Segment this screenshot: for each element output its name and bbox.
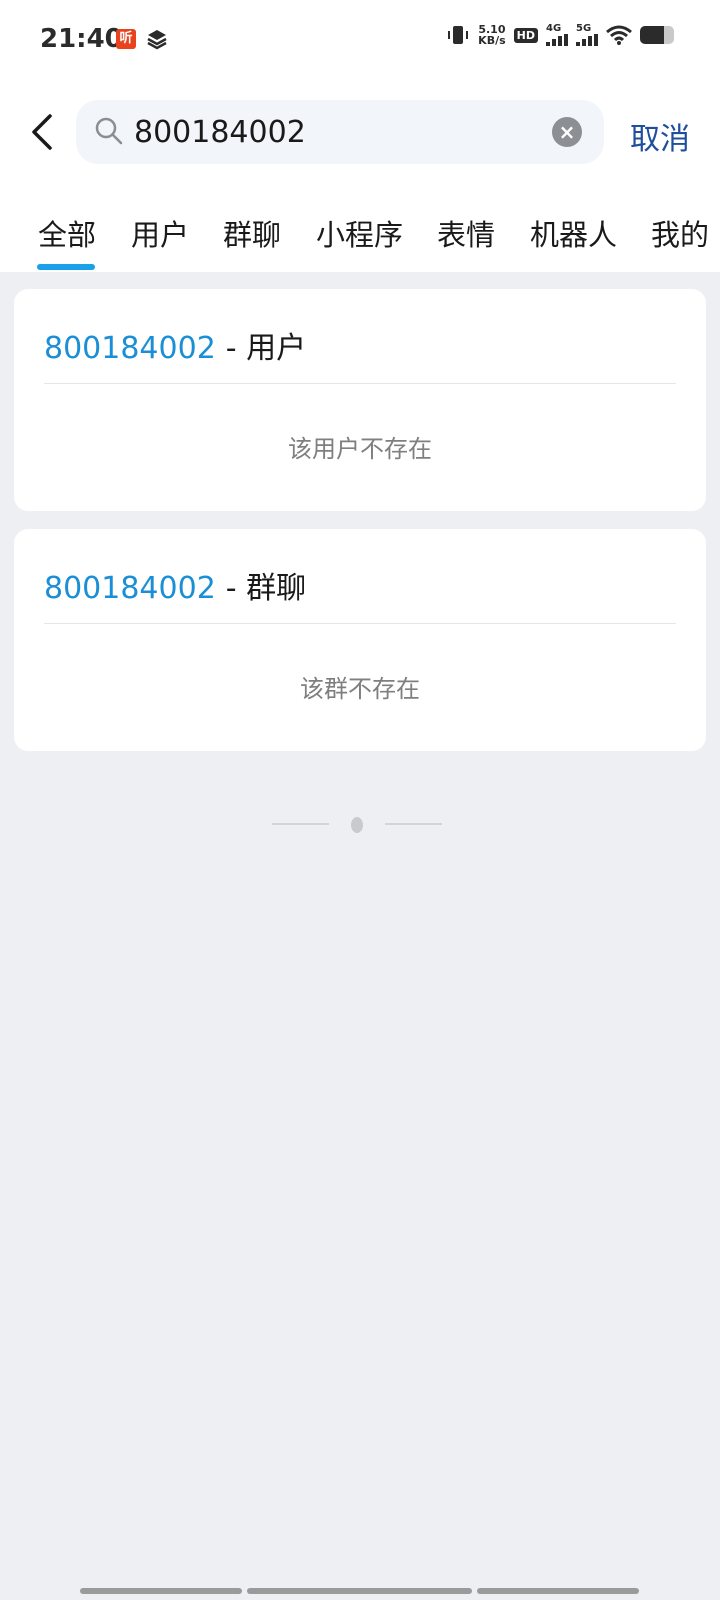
search-box[interactable]: × bbox=[76, 100, 604, 164]
vibrate-icon bbox=[448, 26, 469, 44]
result-title: 800184002 - 群聊 bbox=[44, 563, 306, 607]
search-input[interactable] bbox=[134, 110, 534, 154]
tab-mini-programs[interactable]: 小程序 bbox=[316, 212, 403, 254]
cancel-button[interactable]: 取消 bbox=[630, 114, 690, 158]
result-id: 800184002 bbox=[44, 331, 216, 366]
empty-message: 该群不存在 bbox=[300, 675, 420, 703]
nav-bar-segment bbox=[80, 1588, 242, 1594]
ting-app-icon: 听 bbox=[116, 29, 136, 49]
tab-users[interactable]: 用户 bbox=[131, 212, 189, 254]
tab-bots[interactable]: 机器人 bbox=[530, 212, 617, 254]
tab-mine[interactable]: 我的 bbox=[651, 212, 709, 254]
clear-icon[interactable]: × bbox=[552, 117, 582, 147]
divider bbox=[44, 623, 676, 624]
nav-bar-segment bbox=[477, 1588, 639, 1594]
layers-icon bbox=[147, 30, 167, 50]
status-bar: 21:40 听 5.10 KB/s HD 4G 5G bbox=[0, 0, 720, 80]
search-header: × 取消 bbox=[0, 80, 720, 180]
tab-all[interactable]: 全部 bbox=[38, 212, 96, 254]
result-type: - 用户 bbox=[225, 331, 307, 366]
empty-message: 该用户不存在 bbox=[288, 435, 432, 463]
battery-icon bbox=[640, 26, 674, 44]
penguin-icon bbox=[272, 817, 442, 833]
category-tabs: 全部 用户 群聊 小程序 表情 机器人 我的 bbox=[0, 180, 720, 272]
status-time: 21:40 bbox=[40, 24, 123, 54]
result-card-group[interactable]: 800184002 - 群聊 该群不存在 bbox=[14, 529, 706, 751]
signal-sim1: 4G bbox=[546, 24, 568, 46]
search-icon bbox=[95, 117, 123, 145]
signal-sim2: 5G bbox=[576, 24, 598, 46]
result-title: 800184002 - 用户 bbox=[44, 323, 306, 367]
result-card-user[interactable]: 800184002 - 用户 该用户不存在 bbox=[14, 289, 706, 511]
divider bbox=[44, 383, 676, 384]
hd-badge: HD bbox=[513, 27, 538, 43]
result-id: 800184002 bbox=[44, 571, 216, 606]
result-type: - 群聊 bbox=[225, 571, 307, 606]
back-button[interactable] bbox=[24, 110, 64, 154]
tab-stickers[interactable]: 表情 bbox=[437, 212, 495, 254]
wifi-icon bbox=[606, 25, 632, 45]
net-speed: 5.10 KB/s bbox=[478, 23, 506, 47]
tab-groups[interactable]: 群聊 bbox=[223, 212, 281, 254]
tab-active-indicator bbox=[37, 264, 95, 270]
home-indicator[interactable] bbox=[247, 1588, 472, 1594]
